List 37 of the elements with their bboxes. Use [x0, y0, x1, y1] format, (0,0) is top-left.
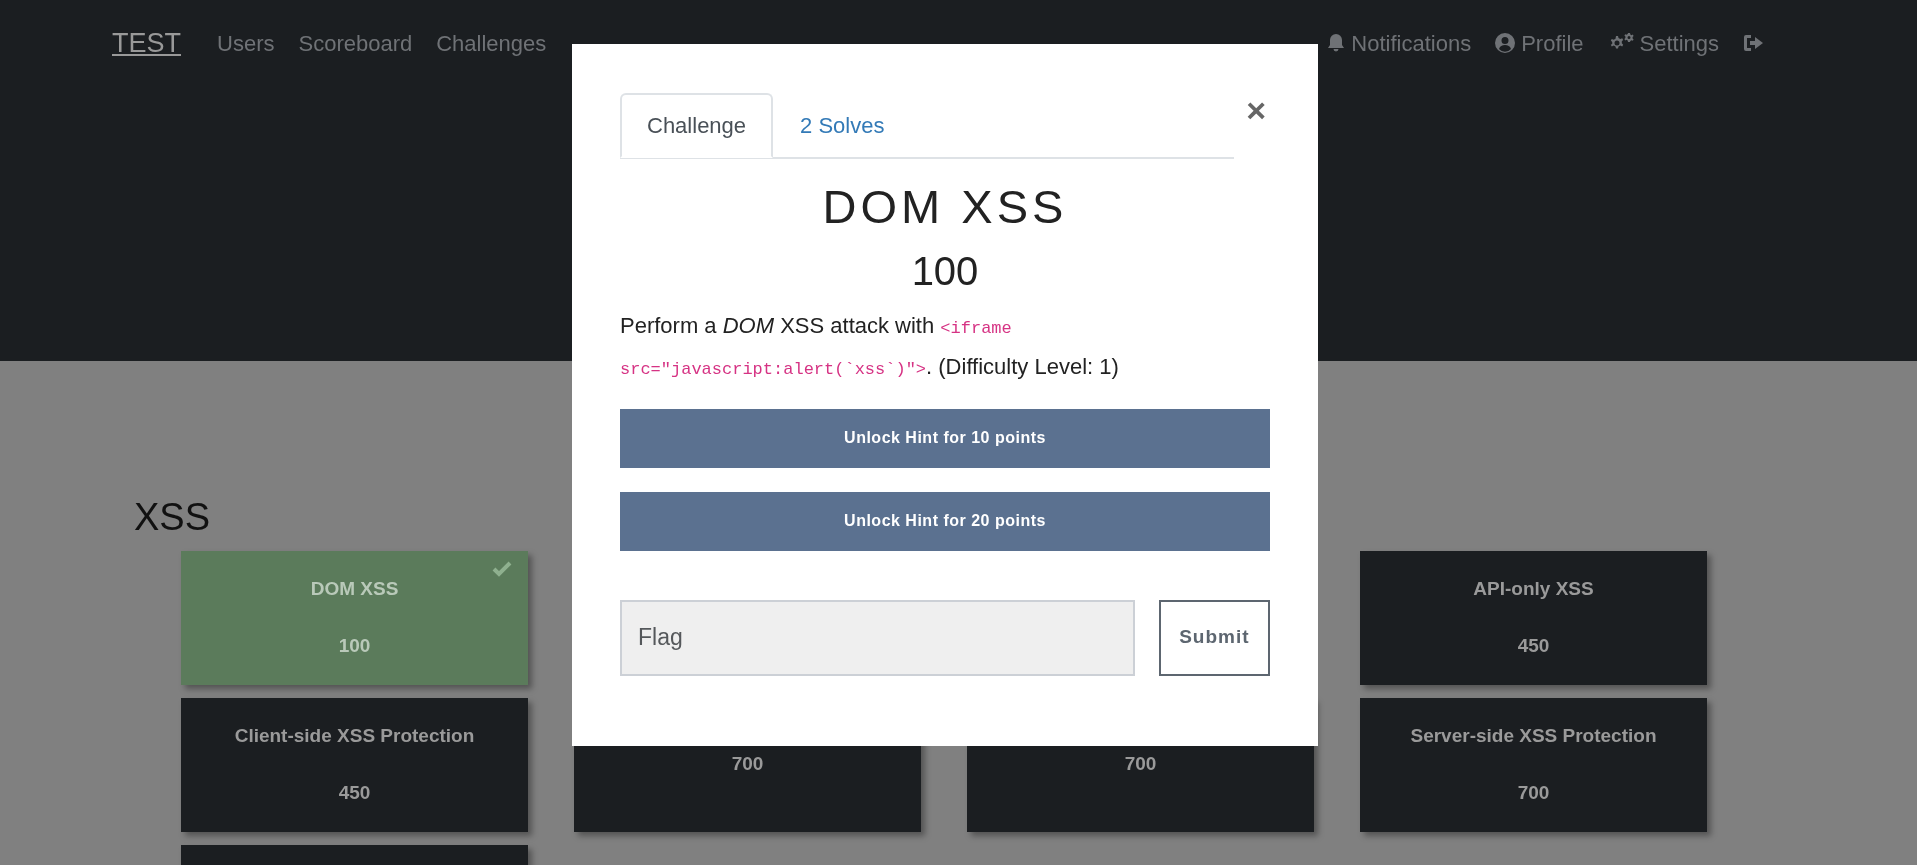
- challenge-name: API-only XSS: [1473, 577, 1594, 602]
- hint-button[interactable]: Unlock Hint for 10 points: [620, 408, 1270, 468]
- check-icon: [492, 560, 512, 577]
- nav-link[interactable]: Settings: [1607, 26, 1719, 60]
- challenge-name: Client-side XSS Protection: [234, 724, 475, 749]
- nav-link[interactable]: Scoreboard: [298, 26, 413, 60]
- challenge-points: 450: [1517, 633, 1550, 658]
- nav-link[interactable]: Profile: [1495, 26, 1584, 60]
- brand-link[interactable]: TEST: [112, 22, 181, 64]
- challenge-points: 700: [1517, 780, 1550, 805]
- category-heading: XSS: [134, 495, 211, 540]
- hint-button[interactable]: Unlock Hint for 20 points: [620, 491, 1270, 551]
- nav-link[interactable]: Notifications: [1327, 26, 1472, 60]
- challenge-points: 100: [338, 633, 371, 658]
- challenge-name: DOM XSS: [310, 577, 399, 602]
- challenge-title: DOM XSS: [821, 181, 1069, 233]
- challenge-points: 100: [910, 248, 980, 293]
- challenge-name: Server-side XSS Protection: [1410, 724, 1657, 749]
- submit-button[interactable]: Submit: [1158, 599, 1270, 676]
- tab[interactable]: Challenge: [620, 93, 774, 158]
- challenge-points: 700: [731, 752, 764, 777]
- challenge-description: Perform a DOM XSS attack with <iframe src="javascript:alert(`xss`)">. (Difficulty Level: 1): [620, 311, 1120, 381]
- challenge-points: 700: [1124, 752, 1157, 777]
- logout-icon: [1743, 33, 1765, 53]
- bell-icon: [1327, 33, 1346, 53]
- challenge-card[interactable]: DOM XSS 100: [181, 550, 528, 685]
- nav-link[interactable]: Challenges: [436, 26, 547, 60]
- challenge-card[interactable]: Client-side XSS Protection 450: [181, 697, 528, 832]
- flag-field[interactable]: Flag: [620, 599, 1135, 676]
- nav-link[interactable]: Users: [217, 26, 275, 60]
- challenge-card[interactable]: API-only XSS 450: [1360, 550, 1707, 685]
- tab[interactable]: 2 Solves: [773, 93, 912, 158]
- user-icon: [1495, 33, 1516, 53]
- nav-link[interactable]: [1743, 33, 1765, 53]
- challenge-card[interactable]: Server-side XSS Protection 700: [1360, 697, 1707, 832]
- challenge-points: 450: [338, 780, 371, 805]
- close-button[interactable]: ×: [1242, 93, 1270, 127]
